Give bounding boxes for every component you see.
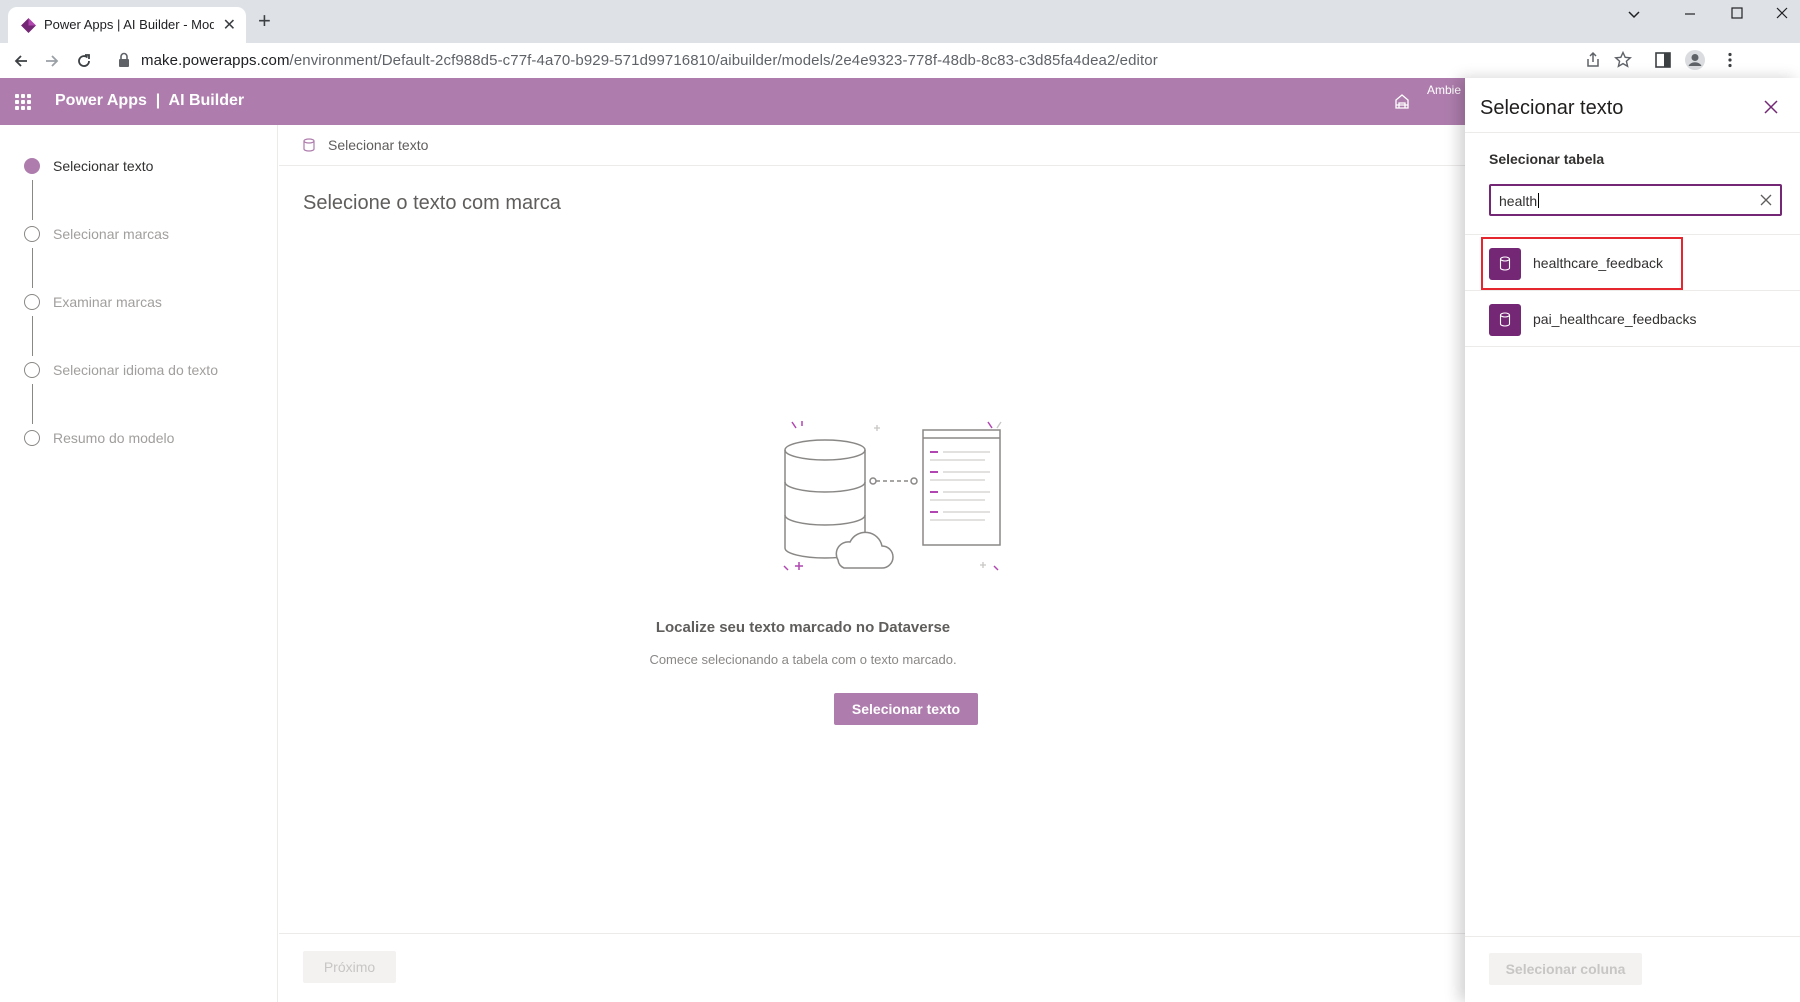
reload-icon[interactable] [75,52,93,70]
step-indicator [24,294,40,310]
list-divider [1465,346,1800,347]
search-text: health [1499,193,1538,209]
search-value: health [1499,193,1540,209]
url-text: make.powerapps.com/environment/Default-2… [141,52,1158,69]
environment-label: Ambie [1427,83,1462,97]
browser-tab[interactable]: Power Apps | AI Builder - Mod ✕ [8,7,246,43]
clear-search-icon[interactable] [1759,193,1773,207]
panel-divider [1465,132,1800,133]
table-option-label: pai_healthcare_feedbacks [1533,311,1697,327]
panel-title: Selecionar texto [1480,97,1624,119]
tab-title: Power Apps | AI Builder - Mod [44,17,214,32]
browser-addressbar: make.powerapps.com/environment/Default-2… [0,43,1800,79]
url-host: make.powerapps.com [141,52,290,69]
minimize-icon[interactable] [1683,7,1697,21]
table-option-pai-healthcare-feedbacks[interactable]: pai_healthcare_feedbacks [1465,291,1800,346]
tab-close-icon[interactable]: ✕ [223,15,236,35]
table-search-input[interactable]: health [1489,184,1782,216]
step-label: Examinar marcas [53,294,162,310]
url-path: /environment/Default-2cf988d5-c77f-4a70-… [289,52,1158,69]
text-caret [1538,193,1540,208]
close-window-icon[interactable] [1775,6,1789,20]
new-tab-button[interactable]: + [258,8,271,34]
step-connector [32,316,33,356]
breadcrumb-label: Selecionar texto [328,137,429,153]
tab-search-chevron-icon[interactable] [1627,7,1641,21]
browser-tabstrip: Power Apps | AI Builder - Mod ✕ + [0,0,1800,43]
empty-state-subtitle: Comece selecionando a tabela com o texto… [649,652,957,667]
back-arrow-icon[interactable] [12,52,30,70]
close-icon[interactable] [1762,98,1780,116]
step-connector [32,384,33,424]
next-button[interactable]: Próximo [303,951,396,983]
forward-arrow-icon[interactable] [43,52,61,70]
maximize-icon[interactable] [1730,6,1744,20]
environment-icon[interactable] [1393,92,1411,110]
app-launcher-icon[interactable] [15,94,31,110]
table-icon [1489,304,1521,336]
side-panel-icon[interactable] [1654,51,1672,69]
address-field[interactable]: make.powerapps.com/environment/Default-2… [108,46,1638,76]
step-label: Selecionar texto [53,158,154,174]
step-indicator [24,362,40,378]
app-header: Power Apps | AI Builder Ambie [0,78,1465,125]
breadcrumb: Selecionar texto [279,125,1465,166]
step-connector [32,248,33,288]
page-title: Selecione o texto com marca [303,192,561,214]
step-connector [32,180,33,220]
profile-avatar-icon[interactable] [1684,49,1706,71]
main-footer: Próximo [279,933,1465,1002]
step-indicator [24,158,40,174]
select-text-button[interactable]: Selecionar texto [834,693,978,725]
powerapps-favicon-icon [21,18,36,33]
select-table-label: Selecionar tabela [1489,151,1605,167]
select-column-button[interactable]: Selecionar coluna [1489,953,1642,985]
step-indicator [24,430,40,446]
table-icon [303,138,315,152]
bookmark-star-icon[interactable] [1614,51,1632,69]
dataverse-illustration-icon [783,421,1002,571]
step-indicator [24,226,40,242]
panel-footer-divider [1465,936,1800,937]
wizard-steps: Selecionar texto Selecionar marcas Exami… [0,125,278,1002]
app-title[interactable]: Power Apps | AI Builder [55,92,244,110]
browser-menu-icon[interactable] [1721,51,1739,69]
step-label: Resumo do modelo [53,430,175,446]
step-label: Selecionar idioma do texto [53,362,218,378]
select-text-panel: Selecionar texto Selecionar tabela healt… [1465,78,1800,1002]
share-icon[interactable] [1584,51,1602,69]
empty-state-title: Localize seu texto marcado no Dataverse [655,619,951,636]
step-label: Selecionar marcas [53,226,169,242]
highlight-box [1481,237,1683,290]
lock-icon [119,52,129,67]
